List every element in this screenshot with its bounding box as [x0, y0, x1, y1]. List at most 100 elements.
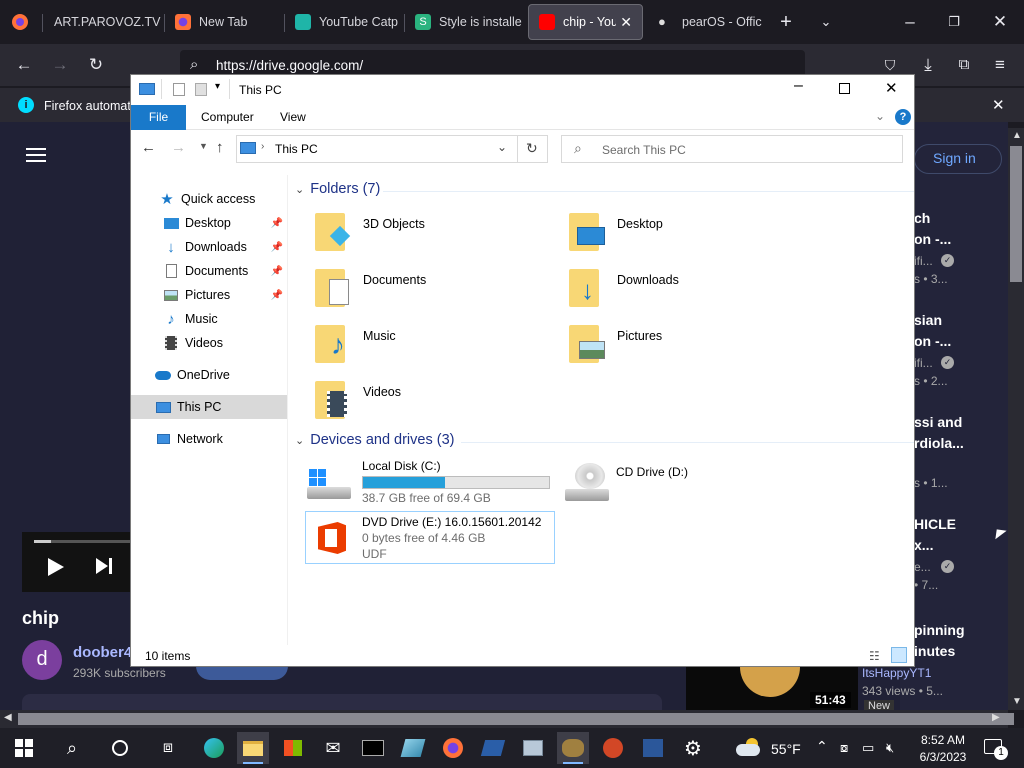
nav-downloads[interactable]: ↓ Downloads 📌	[131, 235, 287, 259]
breadcrumb-chevron-icon[interactable]: ›	[261, 141, 264, 152]
pocket-icon[interactable]: ⛉	[880, 55, 900, 75]
tab-chip-youtube[interactable]: chip - YouT ✕	[528, 4, 643, 40]
nav-music[interactable]: ♪ Music	[131, 307, 287, 331]
scroll-up-icon[interactable]: ▲	[1012, 130, 1022, 141]
tab-stylus[interactable]: S Style is installe	[405, 4, 523, 40]
folder-pictures[interactable]: Pictures	[567, 321, 662, 365]
rec-title[interactable]: on -...	[914, 231, 951, 247]
ribbon-tab-computer[interactable]: Computer	[201, 105, 254, 130]
close-tab-icon[interactable]: ✕	[620, 14, 632, 31]
rec-title[interactable]: x...	[914, 537, 933, 553]
firefox-menu-icon[interactable]	[10, 12, 30, 32]
new-tab-icon[interactable]: +	[776, 12, 796, 32]
rec-channel[interactable]: ItsHappyYT1	[862, 666, 931, 680]
start-button[interactable]	[8, 732, 40, 764]
clock-date[interactable]: 6/3/2023	[912, 750, 974, 764]
properties-icon[interactable]	[173, 83, 185, 96]
weather-temp[interactable]: 55°F	[771, 741, 801, 757]
video-thumbnail[interactable]: 51:43	[686, 667, 858, 710]
scroll-left-icon[interactable]: ◀	[4, 712, 12, 723]
chevron-up-icon[interactable]: ⌃	[816, 738, 828, 755]
devices-group-header[interactable]: ⌄ Devices and drives (3)	[295, 432, 454, 448]
new-folder-icon[interactable]	[195, 83, 207, 96]
rec-title[interactable]: HICLE	[914, 516, 956, 532]
tab-artparovoz[interactable]: ART.PAROVOZ.TV	[44, 4, 164, 40]
reload-icon[interactable]: ↻	[86, 55, 106, 75]
gimp-icon[interactable]	[557, 732, 589, 764]
up-icon[interactable]: ↑	[216, 139, 224, 156]
file-explorer-icon[interactable]	[237, 732, 269, 764]
drive-d[interactable]: CD Drive (D:)	[565, 459, 765, 509]
rec-title[interactable]: ch	[914, 210, 930, 226]
list-tabs-chevron-icon[interactable]: ⌄	[816, 12, 836, 32]
firefox-icon[interactable]	[437, 732, 469, 764]
horizontal-scrollbar[interactable]: ◀ ▶	[0, 710, 1014, 728]
ribbon-tab-view[interactable]: View	[280, 105, 306, 130]
rec-title[interactable]: ssi and	[914, 414, 962, 430]
maximize-icon[interactable]	[839, 83, 850, 94]
folder-desktop[interactable]: Desktop	[567, 209, 663, 253]
task-view-icon[interactable]: ⧈	[152, 732, 184, 764]
forward-icon[interactable]: →	[50, 55, 70, 75]
scroll-thumb[interactable]	[1010, 146, 1022, 282]
weather-cloud-icon[interactable]	[736, 738, 762, 756]
address-bar[interactable]: › This PC ⌄	[236, 135, 518, 163]
refresh-button[interactable]: ↻	[518, 135, 548, 163]
nav-this-pc[interactable]: This PC	[131, 395, 287, 419]
recent-locations-icon[interactable]: ▼	[199, 141, 208, 151]
folder-videos[interactable]: Videos	[313, 377, 401, 421]
clock-time[interactable]: 8:52 AM	[912, 733, 974, 747]
collapse-chevron-icon[interactable]: ⌄	[295, 434, 304, 447]
ribbon-tab-file[interactable]: File	[131, 105, 186, 130]
terminal-icon[interactable]	[357, 732, 389, 764]
restore-icon[interactable]: ❐	[944, 12, 964, 32]
scroll-down-icon[interactable]: ▼	[1012, 696, 1022, 707]
tab-new-tab[interactable]: New Tab	[165, 4, 283, 40]
search-box[interactable]: ⌕ Search This PC	[561, 135, 903, 163]
rec-title[interactable]: pinning	[914, 622, 965, 638]
rec-title[interactable]: inutes	[914, 643, 955, 659]
app-menu-icon[interactable]: ≡	[990, 55, 1010, 75]
nav-quick-access[interactable]: ★ Quick access	[131, 187, 287, 211]
nav-documents[interactable]: Documents 📌	[131, 259, 287, 283]
downloads-icon[interactable]: ⤓	[918, 55, 938, 75]
minimize-icon[interactable]: –	[794, 77, 803, 95]
tab-pearos[interactable]: ● pearOS - Offic	[648, 4, 766, 40]
address-dropdown-icon[interactable]: ⌄	[497, 140, 507, 154]
paint-app-icon[interactable]	[397, 732, 429, 764]
scroll-right-icon[interactable]: ▶	[992, 712, 1000, 723]
forward-icon[interactable]: →	[171, 139, 186, 156]
drive-c[interactable]: Local Disk (C:) 38.7 GB free of 69.4 GB	[307, 459, 557, 509]
expand-ribbon-icon[interactable]: ⌄	[875, 109, 885, 123]
close-notification-icon[interactable]: ✕	[992, 96, 1005, 114]
nav-videos[interactable]: Videos	[131, 331, 287, 355]
help-icon[interactable]: ?	[895, 109, 911, 125]
channel-name[interactable]: doober4	[73, 644, 132, 661]
nav-onedrive[interactable]: OneDrive	[131, 363, 287, 387]
folder-downloads[interactable]: ↓ Downloads	[567, 265, 679, 309]
word-icon[interactable]	[637, 732, 669, 764]
minimize-icon[interactable]: –	[900, 12, 920, 32]
folders-group-header[interactable]: ⌄ Folders (7)	[295, 181, 380, 197]
network-status-icon[interactable]: ▭	[862, 740, 874, 756]
large-icons-view-icon[interactable]	[891, 647, 907, 663]
edge-icon[interactable]	[198, 732, 230, 764]
nav-desktop[interactable]: Desktop 📌	[131, 211, 287, 235]
powershell-icon[interactable]	[477, 732, 509, 764]
powerpoint-icon[interactable]	[597, 732, 629, 764]
nav-network[interactable]: Network	[131, 427, 287, 451]
settings-gear-icon[interactable]: ⚙	[677, 732, 709, 764]
breadcrumb-this-pc[interactable]: This PC	[275, 142, 318, 156]
play-icon[interactable]	[48, 558, 64, 576]
extensions-icon[interactable]: ⧉	[954, 55, 974, 75]
channel-avatar[interactable]: d	[22, 640, 62, 680]
close-icon[interactable]: ✕	[885, 79, 898, 97]
back-icon[interactable]: ←	[14, 55, 34, 75]
next-icon[interactable]	[96, 558, 108, 574]
folder-3d-objects[interactable]: 3D Objects	[313, 209, 425, 253]
close-window-icon[interactable]: ✕	[990, 12, 1010, 32]
nav-pictures[interactable]: Pictures 📌	[131, 283, 287, 307]
search-icon[interactable]: ⌕	[56, 732, 88, 764]
remote-desktop-icon[interactable]	[517, 732, 549, 764]
collapse-chevron-icon[interactable]: ⌄	[295, 183, 304, 196]
